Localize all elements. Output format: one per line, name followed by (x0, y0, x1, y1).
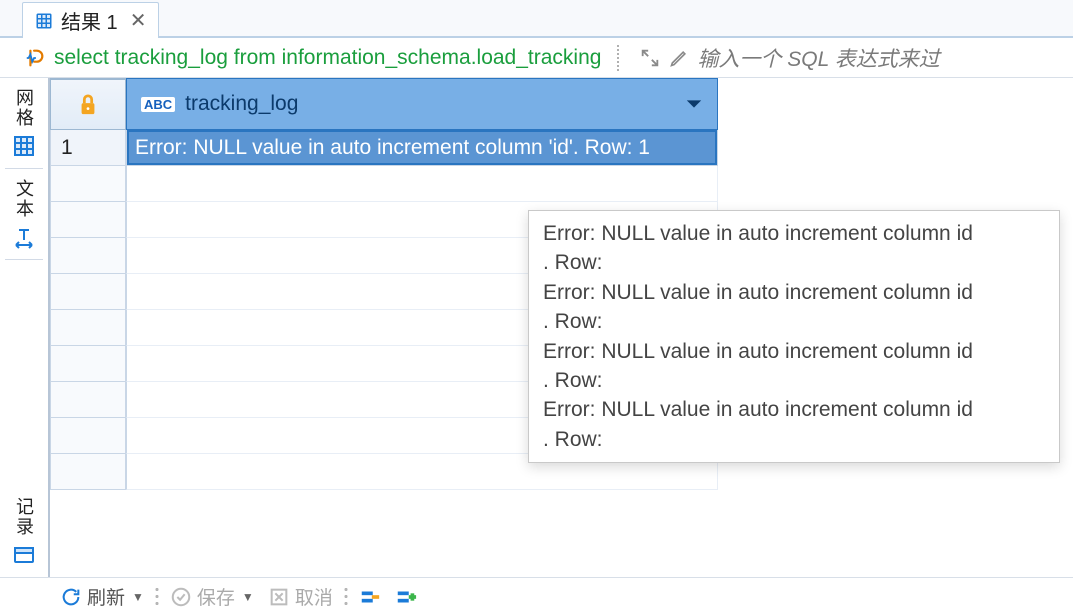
record-panel-icon (12, 543, 36, 567)
rail-tab-grid[interactable]: 网格 (0, 78, 48, 168)
cell-tracking-log[interactable]: Error: NULL value in auto increment colu… (126, 130, 718, 166)
sql-bar: select tracking_log from information_sch… (0, 38, 1073, 78)
refresh-label: 刷新 (87, 583, 125, 610)
text-width-icon (12, 225, 36, 249)
tab-bar: 结果 1 ✕ (0, 0, 1073, 38)
edit-filter-icon[interactable] (669, 48, 689, 68)
row-number-header[interactable] (50, 78, 126, 130)
save-button[interactable]: 保存 ▼ (166, 583, 258, 610)
row-plus-icon (395, 586, 417, 608)
grid-icon (12, 134, 36, 158)
save-label: 保存 (197, 583, 235, 610)
separator (154, 586, 160, 608)
refresh-button[interactable]: 刷新 ▼ (56, 583, 148, 610)
rail-grid-label: 网格 (11, 88, 37, 128)
side-rail: 网格 文本 记录 (0, 78, 50, 577)
action2-button[interactable] (391, 586, 421, 608)
action1-button[interactable] (355, 586, 385, 608)
check-circle-icon (170, 586, 192, 608)
column-header-tracking-log[interactable]: ABC tracking_log (126, 78, 718, 130)
rail-tab-record[interactable]: 记录 (0, 487, 48, 577)
expand-icon[interactable] (639, 47, 661, 69)
row-minus-icon (359, 586, 381, 608)
lock-icon (77, 92, 99, 118)
row-number: 1 (50, 130, 126, 166)
cancel-square-icon (268, 586, 290, 608)
cell-tooltip: Error: NULL value in auto increment colu… (528, 210, 1060, 463)
sql-query-text: select tracking_log from information_sch… (54, 46, 601, 70)
separator (617, 45, 619, 71)
column-type-badge: ABC (141, 97, 175, 112)
chevron-down-icon[interactable]: ▼ (130, 590, 144, 604)
cancel-label: 取消 (295, 583, 333, 610)
footer-toolbar: 刷新 ▼ 保存 ▼ 取消 (0, 577, 1073, 615)
separator (343, 586, 349, 608)
column-name: tracking_log (185, 92, 675, 116)
rail-tab-text[interactable]: 文本 (0, 169, 48, 259)
column-dropdown-icon[interactable] (685, 97, 703, 111)
rail-record-label: 记录 (11, 497, 37, 537)
cancel-button[interactable]: 取消 (264, 583, 337, 610)
grid-header: ABC tracking_log (50, 78, 1073, 130)
refresh-icon (60, 586, 82, 608)
rail-text-label: 文本 (11, 179, 37, 219)
results-grid-icon (35, 12, 53, 30)
chevron-down-icon[interactable]: ▼ (240, 590, 254, 604)
tab-label: 结果 1 (61, 6, 118, 35)
sql-filter-input[interactable]: 输入一个 SQL 表达式来过 (697, 43, 1065, 73)
sql-execute-icon[interactable] (24, 47, 46, 69)
table-row[interactable]: 1 Error: NULL value in auto increment co… (50, 130, 1073, 166)
tab-close-icon[interactable]: ✕ (126, 8, 147, 33)
tab-results[interactable]: 结果 1 ✕ (22, 2, 159, 38)
